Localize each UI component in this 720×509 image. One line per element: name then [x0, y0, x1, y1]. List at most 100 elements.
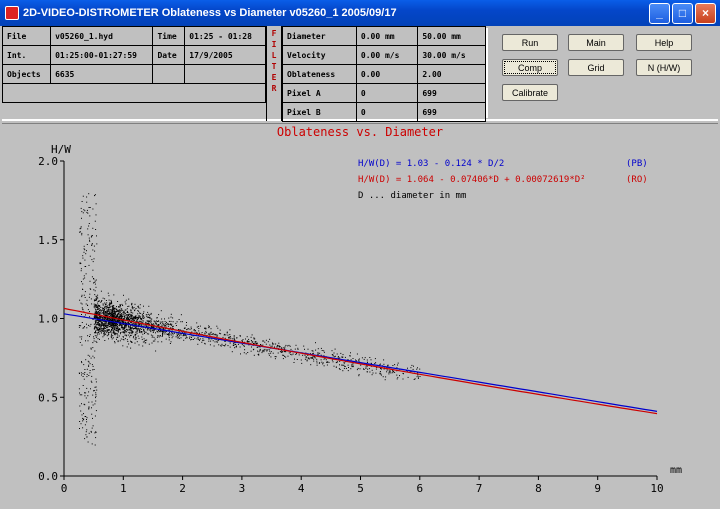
- data-point: [107, 332, 109, 334]
- data-point: [360, 364, 362, 366]
- data-point: [125, 309, 127, 311]
- data-point: [94, 194, 96, 196]
- data-point: [191, 335, 193, 337]
- data-point: [86, 419, 87, 420]
- data-point: [121, 324, 123, 326]
- data-point: [122, 305, 124, 306]
- data-point: [96, 243, 98, 245]
- filter-param: Oblateness: [282, 64, 357, 84]
- title-bar[interactable]: 2D-VIDEO-DISTROMETER Oblateness vs Diame…: [0, 0, 720, 26]
- data-point: [84, 395, 86, 397]
- data-point: [146, 316, 148, 318]
- data-point: [90, 357, 92, 359]
- help-button[interactable]: Help: [636, 34, 692, 51]
- data-point: [126, 308, 128, 310]
- data-point: [139, 307, 141, 309]
- data-point: [229, 342, 231, 344]
- data-point: [358, 359, 360, 361]
- data-point: [196, 338, 198, 340]
- data-point: [116, 325, 118, 327]
- data-point: [389, 371, 391, 373]
- data-point: [113, 315, 115, 317]
- main-button[interactable]: Main: [568, 34, 624, 51]
- data-point: [201, 332, 203, 333]
- data-point: [120, 310, 122, 312]
- data-point: [356, 353, 358, 355]
- data-point: [94, 281, 96, 283]
- data-point: [274, 356, 276, 358]
- data-point: [307, 358, 309, 360]
- data-point: [134, 342, 136, 344]
- data-point: [106, 331, 108, 333]
- data-point: [81, 338, 82, 340]
- data-point: [87, 228, 89, 230]
- comp-button[interactable]: Comp: [502, 59, 558, 76]
- data-point: [135, 323, 137, 325]
- data-point: [119, 310, 121, 312]
- data-point: [117, 324, 118, 325]
- data-point: [358, 360, 360, 362]
- grid-button[interactable]: Grid: [568, 59, 624, 76]
- data-point: [121, 310, 123, 311]
- data-point: [270, 351, 272, 353]
- data-point: [153, 330, 155, 332]
- data-point: [99, 327, 101, 329]
- data-point: [82, 255, 84, 257]
- info-panel: File v05260_1.hyd Time 01:25 - 01:28 Int…: [1, 26, 718, 122]
- data-point: [269, 350, 271, 352]
- data-point: [163, 333, 165, 335]
- data-point: [108, 311, 110, 313]
- data-point: [306, 360, 308, 362]
- data-point: [114, 341, 116, 343]
- data-point: [137, 328, 139, 330]
- data-point: [394, 371, 396, 373]
- data-point: [96, 304, 98, 306]
- data-point: [94, 195, 95, 197]
- data-point: [86, 421, 88, 423]
- data-point: [115, 329, 117, 331]
- data-point: [141, 315, 143, 317]
- data-point: [93, 357, 95, 359]
- data-point: [147, 316, 149, 318]
- data-point: [129, 327, 131, 329]
- data-point: [93, 390, 94, 392]
- maximize-button[interactable]: □: [672, 2, 693, 24]
- data-point: [165, 338, 167, 340]
- data-point: [92, 261, 94, 263]
- n-hw-button[interactable]: N (H/W): [636, 59, 692, 76]
- data-point: [143, 305, 144, 307]
- data-point: [339, 369, 341, 370]
- data-point: [135, 317, 137, 319]
- data-point: [113, 313, 114, 314]
- data-point: [204, 333, 206, 335]
- data-point: [158, 325, 160, 327]
- data-point: [226, 331, 228, 333]
- data-point: [151, 336, 153, 338]
- data-point: [150, 313, 152, 315]
- data-point: [134, 309, 136, 311]
- data-point: [84, 259, 86, 261]
- data-point: [144, 342, 146, 344]
- data-point: [143, 311, 145, 313]
- close-button[interactable]: ×: [695, 2, 716, 24]
- data-point: [315, 342, 316, 344]
- calibrate-button[interactable]: Calibrate: [502, 84, 558, 101]
- data-point: [396, 378, 398, 380]
- data-point: [84, 277, 86, 279]
- data-point: [129, 331, 131, 333]
- data-point: [84, 369, 86, 370]
- info-value: 01:25 - 01:28: [184, 26, 266, 46]
- minimize-button[interactable]: _: [649, 2, 670, 24]
- data-point: [107, 292, 109, 294]
- data-point: [234, 347, 236, 349]
- run-button[interactable]: Run: [502, 34, 558, 51]
- data-point: [317, 348, 319, 350]
- data-point: [296, 359, 298, 360]
- data-point: [91, 413, 93, 415]
- data-point: [155, 350, 157, 352]
- data-point: [154, 338, 156, 340]
- data-point: [86, 211, 88, 213]
- data-point: [122, 331, 124, 333]
- data-point: [119, 313, 121, 315]
- data-point: [117, 314, 118, 315]
